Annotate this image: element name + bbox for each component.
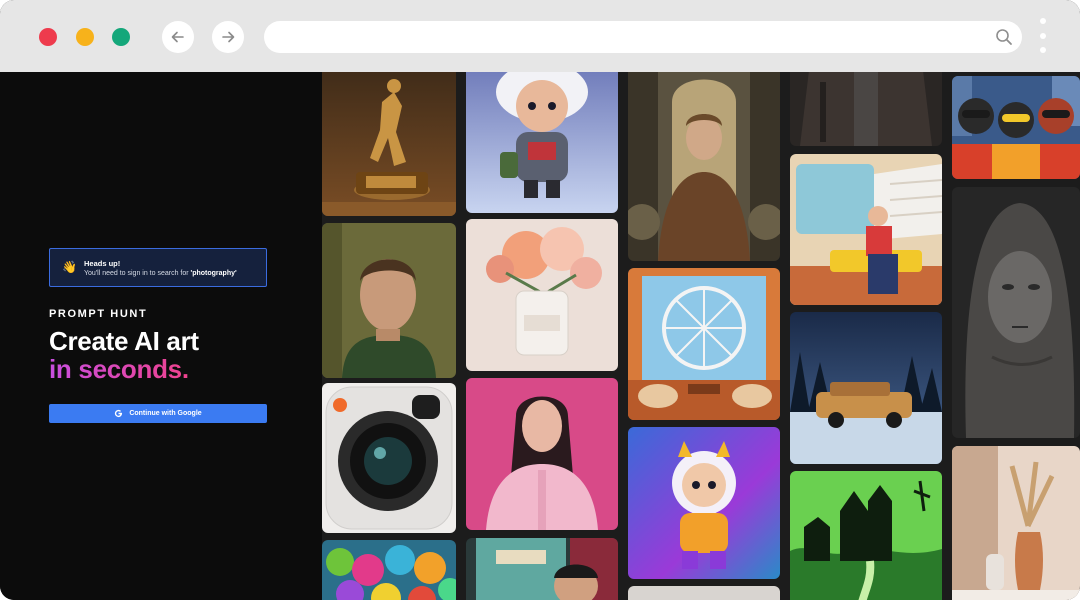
browser-window: 👋 Heads up! You'll need to sign in to se… xyxy=(0,0,1080,600)
browser-toolbar xyxy=(0,0,1080,72)
monsters-image[interactable] xyxy=(322,540,456,600)
pink-woman-image[interactable] xyxy=(466,378,618,530)
reading-man-image[interactable] xyxy=(790,154,942,305)
forward-button[interactable] xyxy=(212,21,244,53)
alert-message: You'll need to sign in to search for 'ph… xyxy=(84,270,237,277)
headline-line-1: Create AI art xyxy=(49,326,199,356)
pampas-vase-image[interactable] xyxy=(952,446,1080,600)
waving-hand-icon: 👋 xyxy=(62,260,77,274)
retro-diner-image[interactable] xyxy=(466,538,618,600)
minimize-window-button[interactable] xyxy=(76,28,94,46)
sign-in-alert: 👋 Heads up! You'll need to sign in to se… xyxy=(49,248,267,287)
close-window-button[interactable] xyxy=(39,28,57,46)
back-button[interactable] xyxy=(162,21,194,53)
haunted-house-image[interactable] xyxy=(790,471,942,600)
arrow-right-icon xyxy=(222,31,235,43)
continue-with-google-button[interactable]: Continue with Google xyxy=(49,404,267,423)
peony-vase-image[interactable] xyxy=(466,219,618,371)
aviator-woman-image[interactable] xyxy=(628,72,780,261)
alert-title: Heads up! xyxy=(84,259,121,268)
address-bar[interactable] xyxy=(264,21,1022,53)
arrow-left-icon xyxy=(171,31,184,43)
alert-search-term: 'photography' xyxy=(190,270,237,277)
ferris-wheel-room-image[interactable] xyxy=(628,268,780,420)
more-options-icon[interactable] xyxy=(1036,18,1050,56)
city-dogs-image[interactable] xyxy=(952,76,1080,179)
basketball-trophy-image[interactable] xyxy=(322,72,456,216)
leather-man-image[interactable] xyxy=(790,72,942,146)
bottom-image[interactable] xyxy=(628,586,780,600)
maximize-window-button[interactable] xyxy=(112,28,130,46)
astronaut-toy-image[interactable] xyxy=(466,72,618,213)
google-button-label: Continue with Google xyxy=(129,410,202,417)
url-input[interactable] xyxy=(280,21,980,53)
sign-in-panel: 👋 Heads up! You'll need to sign in to se… xyxy=(0,72,322,600)
image-gallery xyxy=(322,72,1080,600)
alert-message-text: You'll need to sign in to search for xyxy=(84,270,191,277)
snowy-car-image[interactable] xyxy=(790,312,942,464)
stone-face-image[interactable] xyxy=(952,187,1080,438)
headline-line-2: in seconds. xyxy=(49,354,189,384)
camera-icon-image[interactable] xyxy=(322,383,456,533)
brand-name: PROMPT HUNT xyxy=(49,308,148,320)
search-icon[interactable] xyxy=(994,27,1014,47)
google-icon xyxy=(115,409,123,418)
cosmic-kid-image[interactable] xyxy=(628,427,780,579)
portrait-man-image[interactable] xyxy=(322,223,456,378)
